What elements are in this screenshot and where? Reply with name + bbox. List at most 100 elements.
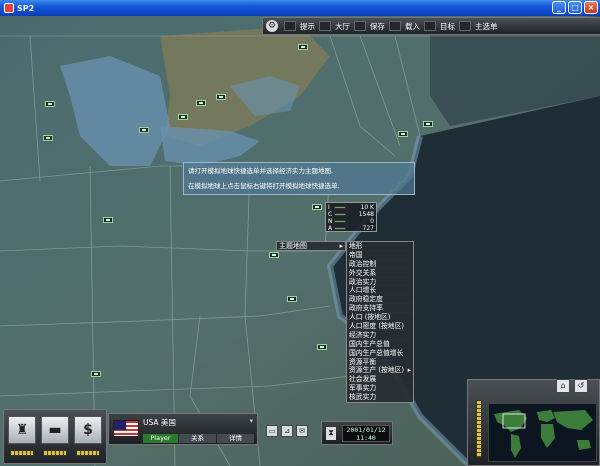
- menu-item-label: 政治实力: [349, 277, 377, 286]
- theme-map-menu-item[interactable]: 帝国: [347, 251, 413, 260]
- mail-icon[interactable]: ✉: [296, 425, 308, 437]
- economy-icon[interactable]: $: [74, 416, 102, 444]
- relations-button[interactable]: 关系: [179, 434, 216, 443]
- unit-marker[interactable]: [139, 127, 149, 133]
- date-time-display: 2001/01/12 11:40: [342, 425, 390, 442]
- game-clock: ⧗ 2001/01/12 11:40: [321, 421, 393, 445]
- app-icon: [4, 3, 14, 13]
- unit-marker[interactable]: [178, 114, 188, 120]
- menu-item-label: 经济实力: [349, 330, 377, 339]
- context-menu-theme-map[interactable]: 主题地图 ▸: [276, 241, 346, 251]
- usa-flag-icon: [113, 420, 139, 437]
- country-name[interactable]: USA 美国: [143, 417, 176, 428]
- chart-icon[interactable]: ⊿: [281, 425, 293, 437]
- details-button[interactable]: 详情: [217, 434, 254, 443]
- unit-marker[interactable]: [423, 121, 433, 127]
- country-panel: USA 美国 ▾ Player 关系 详情: [108, 413, 258, 445]
- minimap-landmass: [494, 410, 593, 458]
- chevron-right-icon: ▸: [339, 242, 343, 250]
- unit-marker[interactable]: [91, 371, 101, 377]
- theme-map-menu-item[interactable]: 政治控制: [347, 260, 413, 269]
- menu-item-label: 政府稳定度: [349, 295, 383, 304]
- theme-map-menu-item[interactable]: 社会发展: [347, 375, 413, 385]
- toolbar-main-menu-button[interactable]: 主选单: [459, 19, 498, 33]
- game-date: 2001/01/12: [346, 426, 386, 434]
- theme-map-menu-item[interactable]: 军事实力: [347, 384, 413, 394]
- theme-map-menu-item[interactable]: 政府支持率: [347, 304, 413, 314]
- theme-map-menu-item[interactable]: 外交关系: [347, 269, 413, 278]
- menu-item-label: 军事实力: [349, 384, 377, 393]
- theme-map-menu-item[interactable]: 政府稳定度: [347, 295, 413, 305]
- unit-marker[interactable]: [269, 252, 279, 258]
- tutorial-tooltip: 请打开模拟地球快捷选单并选择经济实力主题地图. 在模拟地球上点击鼠标右键将打开模…: [183, 162, 415, 195]
- military-meter: [43, 450, 67, 456]
- theme-map-menu-item[interactable]: 经济实力: [347, 331, 413, 340]
- menu-item-label: 地形: [349, 242, 363, 250]
- theme-map-menu-item[interactable]: 人口密度 (按地区): [347, 322, 413, 331]
- unit-marker[interactable]: [216, 94, 226, 100]
- minimize-button[interactable]: _: [552, 1, 566, 14]
- toolbar-objectives-button[interactable]: 目标: [424, 19, 455, 33]
- world-minimap[interactable]: [488, 403, 597, 462]
- unit-marker[interactable]: [43, 135, 53, 141]
- theme-map-menu-item[interactable]: 人口 (按地区): [347, 313, 413, 323]
- hourglass-icon[interactable]: ⧗: [326, 427, 336, 440]
- toolbar-lobby-button[interactable]: 大厅: [319, 19, 350, 33]
- menu-item-label: 国内生产总值: [349, 339, 390, 348]
- stat-row: N0: [328, 218, 374, 225]
- game-time: 11:40: [356, 434, 376, 442]
- military-icon[interactable]: ▬: [41, 416, 69, 444]
- menu-item-label: 资源生产 (按地区): [349, 366, 405, 375]
- close-button[interactable]: ×: [584, 1, 598, 14]
- menu-item-label: 帝国: [349, 250, 363, 259]
- unit-marker[interactable]: [287, 296, 297, 302]
- window-title: SP2: [17, 3, 35, 13]
- stat-row: I 10 K: [328, 204, 374, 211]
- unit-marker[interactable]: [196, 100, 206, 106]
- menu-item-label: 国内生产总值增长: [349, 348, 404, 357]
- menu-item-label: 外交关系: [349, 268, 377, 277]
- theme-map-menu-item[interactable]: 人口增长: [347, 286, 413, 296]
- chevron-down-icon[interactable]: ▾: [249, 417, 253, 425]
- theme-map-menu-item[interactable]: 国内生产总值: [347, 340, 413, 349]
- unit-marker[interactable]: [317, 344, 327, 350]
- unit-marker[interactable]: [398, 131, 408, 137]
- game-toolbar: ⚙ 提示 大厅 保存 载入 目标 主选单: [262, 17, 600, 35]
- minimap-meter: [476, 400, 482, 458]
- tooltip-line-1: 请打开模拟地球快捷选单并选择经济实力主题地图.: [188, 167, 334, 175]
- maximize-button[interactable]: □: [568, 1, 582, 14]
- monitor-icon[interactable]: ▭: [266, 425, 278, 437]
- menu-item-label: 社会发展: [349, 375, 377, 384]
- unit-marker[interactable]: [312, 204, 322, 210]
- window-controls: _ □ ×: [552, 1, 598, 14]
- unit-marker[interactable]: [103, 217, 113, 223]
- economy-meter: [76, 450, 100, 456]
- toolbar-hint-button[interactable]: 提示: [284, 19, 315, 33]
- theme-map-menu-item[interactable]: 核武实力: [347, 393, 413, 403]
- toolbar-load-button[interactable]: 载入: [389, 19, 420, 33]
- theme-map-menu-item[interactable]: 国内生产总值增长: [347, 349, 413, 358]
- politics-icon[interactable]: ♜: [8, 416, 36, 444]
- stat-row: A 727: [328, 225, 374, 232]
- advisor-panel: ♜ ▬ $: [3, 409, 107, 464]
- chevron-right-icon: ▸: [407, 366, 411, 375]
- menu-item-label: 资源平衡: [349, 357, 377, 366]
- gear-icon[interactable]: ⚙: [266, 20, 278, 32]
- theme-map-menu-item[interactable]: 地形: [347, 242, 413, 251]
- player-badge: Player: [143, 434, 178, 443]
- menu-item-label: 政府支持率: [349, 304, 383, 313]
- menu-item-label: 核武实力: [349, 393, 377, 402]
- unit-marker[interactable]: [298, 44, 308, 50]
- tooltip-line-2: 在模拟地球上点击鼠标右键将打开模拟地球快捷选单.: [188, 182, 340, 190]
- minimap-zoom-button[interactable]: ⌂: [556, 379, 570, 393]
- politics-meter: [10, 450, 34, 456]
- window-titlebar: SP2 _ □ ×: [0, 0, 600, 16]
- menu-item-label: 政治控制: [349, 259, 377, 268]
- minimap-rotate-button[interactable]: ↺: [574, 379, 588, 393]
- toolbar-save-button[interactable]: 保存: [354, 19, 385, 33]
- menu-item-label: 人口 (按地区): [349, 313, 391, 322]
- menu-item-label: 人口密度 (按地区): [349, 322, 405, 331]
- unit-marker[interactable]: [45, 101, 55, 107]
- theme-map-submenu: 地形 帝国 政治控制 外交关系 政治实力 人口增长 政府稳定度 政府支持率 人口 (按地区) 人口…: [346, 241, 414, 404]
- stat-row: C 1548: [328, 211, 374, 218]
